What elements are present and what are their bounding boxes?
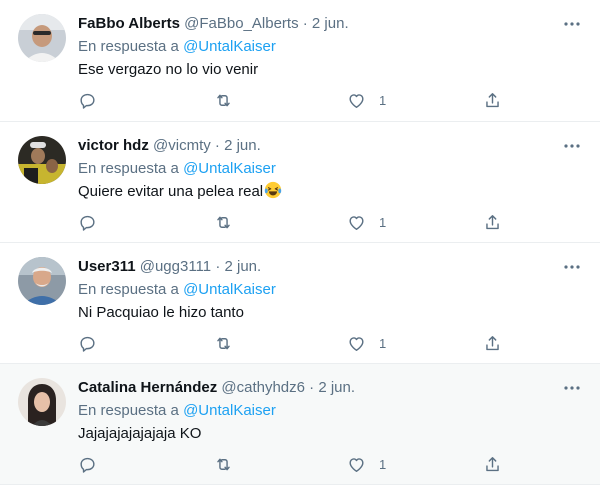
like-count: 1 (379, 214, 387, 230)
retweet-icon (217, 216, 230, 228)
avatar[interactable] (18, 378, 66, 426)
tweet-text: Ni Pacquiao le hizo tanto (78, 302, 244, 324)
reply-prefix: En respuesta a (78, 160, 179, 177)
share-button[interactable] (483, 210, 502, 234)
tweet-header: victor hdz @vicmty · 2 jun. (78, 136, 540, 156)
like-count: 1 (379, 456, 387, 472)
reply-tweet[interactable]: User311 @ugg3111 · 2 jun. En respuesta a… (0, 243, 600, 364)
tweet-text-content: Quiere evitar una pelea real (78, 183, 264, 200)
tweet-text-content: Ese vergazo no lo vio venir (78, 61, 259, 78)
tweet-header: User311 @ugg3111 · 2 jun. (78, 257, 540, 277)
user-handle[interactable]: @cathyhdz6 (221, 379, 305, 396)
mention-link[interactable]: @UntalKaiser (183, 38, 276, 55)
separator-dot: · (214, 137, 220, 154)
heart-icon (349, 336, 364, 351)
reply-icon (80, 215, 95, 231)
retweet-button[interactable] (214, 88, 246, 112)
tweet-date[interactable]: 2 jun. (224, 258, 261, 275)
more-icon[interactable] (562, 257, 582, 277)
tweet-text-content: Jajajajajajajaja KO (78, 425, 202, 442)
laughing-tears-emoji (264, 181, 282, 199)
reply-tweet[interactable]: FaBbo Alberts @FaBbo_Alberts · 2 jun. En… (0, 0, 600, 122)
retweet-button[interactable] (214, 452, 246, 476)
action-bar: 1 (0, 452, 600, 476)
share-icon (486, 214, 499, 229)
retweet-button[interactable] (214, 331, 246, 355)
heart-icon (349, 457, 364, 472)
tweet-header: FaBbo Alberts @FaBbo_Alberts · 2 jun. (78, 14, 540, 34)
like-button[interactable]: 1 (347, 331, 386, 355)
share-icon (486, 92, 499, 107)
action-bar: 1 (0, 210, 600, 234)
retweet-icon (217, 337, 230, 349)
reply-icon (80, 457, 95, 473)
action-bar: 1 (0, 88, 600, 112)
reply-icon (80, 336, 95, 352)
reply-context: En respuesta a @UntalKaiser (78, 159, 276, 179)
retweet-icon (217, 458, 230, 470)
display-name[interactable]: User311 (78, 258, 136, 275)
like-button[interactable]: 1 (347, 210, 386, 234)
share-button[interactable] (483, 452, 502, 476)
like-button[interactable]: 1 (347, 88, 386, 112)
replies-feed: FaBbo Alberts @FaBbo_Alberts · 2 jun. En… (0, 0, 600, 485)
reply-button[interactable] (78, 452, 110, 476)
reply-context: En respuesta a @UntalKaiser (78, 401, 276, 421)
tweet-date[interactable]: 2 jun. (318, 379, 355, 396)
like-count: 1 (379, 92, 387, 108)
reply-prefix: En respuesta a (78, 38, 179, 55)
share-icon (486, 456, 499, 471)
display-name[interactable]: Catalina Hernández (78, 379, 217, 396)
reply-button[interactable] (78, 210, 110, 234)
heart-icon (349, 93, 364, 108)
separator-dot: · (309, 379, 315, 396)
reply-context: En respuesta a @UntalKaiser (78, 280, 276, 300)
tweet-text: Ese vergazo no lo vio venir (78, 59, 258, 81)
retweet-button[interactable] (214, 210, 246, 234)
action-bar: 1 (0, 331, 600, 355)
separator-dot: · (215, 258, 221, 275)
tweet-text-content: Ni Pacquiao le hizo tanto (78, 304, 244, 321)
reply-prefix: En respuesta a (78, 281, 179, 298)
tweet-date[interactable]: 2 jun. (224, 137, 261, 154)
share-button[interactable] (483, 88, 502, 112)
more-icon[interactable] (562, 136, 582, 156)
share-icon (486, 335, 499, 350)
reply-prefix: En respuesta a (78, 402, 179, 419)
display-name[interactable]: victor hdz (78, 137, 149, 154)
more-icon[interactable] (562, 14, 582, 34)
mention-link[interactable]: @UntalKaiser (183, 281, 276, 298)
display-name[interactable]: FaBbo Alberts (78, 15, 180, 32)
reply-button[interactable] (78, 331, 110, 355)
reply-icon (80, 93, 95, 109)
more-icon[interactable] (562, 378, 582, 398)
user-handle[interactable]: @ugg3111 (140, 258, 211, 275)
heart-icon (349, 215, 364, 230)
reply-button[interactable] (78, 88, 110, 112)
user-handle[interactable]: @FaBbo_Alberts (184, 15, 298, 32)
retweet-icon (217, 94, 230, 106)
tweet-text: Jajajajajajajaja KO (78, 423, 201, 445)
tweet-text: Quiere evitar una pelea real (78, 181, 282, 203)
mention-link[interactable]: @UntalKaiser (183, 402, 276, 419)
like-button[interactable]: 1 (347, 452, 386, 476)
avatar[interactable] (18, 14, 66, 62)
reply-tweet[interactable]: victor hdz @vicmty · 2 jun. En respuesta… (0, 122, 600, 243)
share-button[interactable] (483, 331, 502, 355)
avatar[interactable] (18, 136, 66, 184)
mention-link[interactable]: @UntalKaiser (183, 160, 276, 177)
separator-dot: · (302, 15, 308, 32)
reply-context: En respuesta a @UntalKaiser (78, 37, 276, 57)
avatar[interactable] (18, 257, 66, 305)
tweet-header: Catalina Hernández @cathyhdz6 · 2 jun. (78, 378, 540, 398)
user-handle[interactable]: @vicmty (153, 137, 211, 154)
reply-tweet[interactable]: Catalina Hernández @cathyhdz6 · 2 jun. E… (0, 364, 600, 485)
tweet-date[interactable]: 2 jun. (312, 15, 349, 32)
like-count: 1 (379, 335, 387, 351)
